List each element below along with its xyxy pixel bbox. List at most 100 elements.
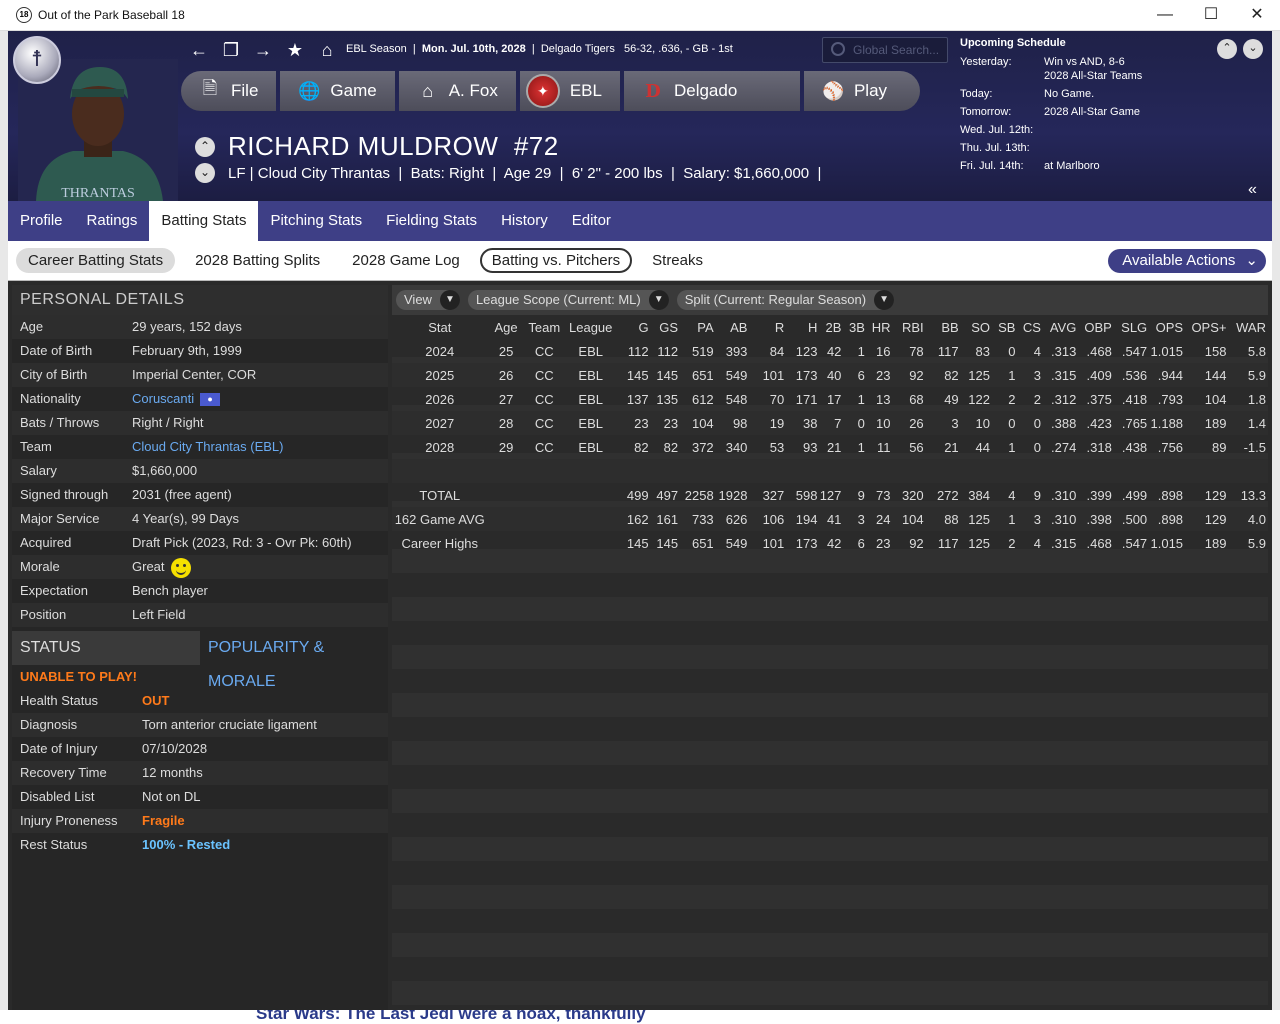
svg-text:THRANTAS: THRANTAS [61, 186, 135, 201]
column-header[interactable]: G [617, 315, 651, 339]
table-cell: 23 [876, 367, 891, 383]
column-header[interactable]: H [786, 315, 820, 339]
column-header[interactable]: RBI [892, 315, 926, 339]
minimize-button[interactable]: — [1142, 0, 1188, 30]
column-header[interactable]: OBP [1078, 315, 1114, 339]
subtab-batting-splits[interactable]: 2028 Batting Splits [183, 248, 332, 273]
subtab-game-log[interactable]: 2028 Game Log [340, 248, 472, 273]
table-cell: 3 [1033, 511, 1041, 527]
column-header[interactable]: HR [866, 315, 893, 339]
tab-editor[interactable]: Editor [560, 201, 623, 241]
tab-batting-stats[interactable]: Batting Stats [149, 201, 259, 241]
table-cell: 2 [1008, 535, 1016, 551]
table-cell: 82 [634, 439, 649, 455]
column-header[interactable]: 3B [843, 315, 867, 339]
table-cell: 1 [1008, 439, 1016, 455]
subtab-career-batting-stats[interactable]: Career Batting Stats [16, 248, 176, 273]
split-dropdown[interactable]: Split (Current: Regular Season) ▼ [676, 290, 895, 310]
column-header[interactable]: Age [489, 315, 525, 339]
table-cell: 123 [795, 343, 818, 359]
tab-ratings[interactable]: Ratings [75, 201, 150, 241]
collapse-panel-icon[interactable]: « [1248, 181, 1257, 199]
previous-player-button[interactable]: ⌃ [195, 137, 215, 157]
column-header[interactable]: WAR [1228, 315, 1268, 339]
column-header[interactable]: OPS+ [1185, 315, 1229, 339]
table-cell: 21 [944, 439, 959, 455]
popularity-morale-tab[interactable]: POPULARITY & MORALE [200, 631, 388, 690]
tab-history[interactable]: History [489, 201, 560, 241]
subtab-streaks[interactable]: Streaks [640, 248, 715, 273]
table-cell: 4 [1033, 343, 1041, 359]
nationality-link[interactable]: Coruscanti [132, 391, 194, 406]
column-header[interactable]: 2B [819, 315, 844, 339]
status-tab[interactable]: STATUS [12, 631, 200, 665]
star-icon[interactable]: ★ [280, 39, 310, 61]
table-cell: 41 [826, 511, 842, 527]
menu-league-button[interactable]: ✦ EBL [519, 71, 620, 111]
table-cell: TOTAL [419, 487, 461, 503]
table-cell: .315 [1051, 535, 1077, 551]
global-search-input[interactable]: Global Search... [822, 37, 948, 63]
table-cell: 1 [857, 439, 865, 455]
health-status-value: OUT [142, 693, 170, 708]
close-button[interactable]: ✕ [1234, 0, 1280, 30]
column-header[interactable]: SO [960, 315, 992, 339]
table-cell: 4 [1033, 535, 1041, 551]
copy-icon[interactable]: ❐ [216, 39, 246, 61]
tab-profile[interactable]: Profile [8, 201, 75, 241]
table-cell: EBL [578, 439, 603, 455]
menu-play-button[interactable]: ⚾ Play [803, 71, 920, 111]
table-cell: .536 [1121, 367, 1148, 383]
table-cell: 42 [826, 343, 842, 359]
table-cell: 129 [1204, 511, 1227, 527]
back-arrow-icon[interactable]: ← [184, 39, 214, 61]
table-cell [1017, 459, 1043, 483]
table-cell: 272 [936, 487, 959, 503]
menu-manager-button[interactable]: ⌂ A. Fox [398, 71, 516, 111]
menu-team-button[interactable]: D Delgado [623, 71, 800, 111]
column-header[interactable]: GS [650, 315, 681, 339]
available-actions-button[interactable]: Available Actions ⌄ [1108, 249, 1266, 273]
column-header[interactable]: R [749, 315, 787, 339]
next-player-button[interactable]: ⌄ [195, 163, 215, 183]
team-logo-icon[interactable]: ☨ [13, 36, 61, 84]
table-cell: 38 [802, 415, 818, 431]
column-header[interactable]: BB [925, 315, 961, 339]
column-header[interactable]: SB [991, 315, 1018, 339]
column-header[interactable]: OPS [1149, 315, 1186, 339]
column-header[interactable]: PA [680, 315, 716, 339]
column-header[interactable]: League [565, 315, 618, 339]
column-header[interactable]: CS [1017, 315, 1043, 339]
column-header[interactable]: AB [715, 315, 750, 339]
schedule-down-button[interactable]: ⌄ [1243, 39, 1263, 59]
table-cell: 393 [725, 343, 748, 359]
table-cell: 0 [857, 415, 865, 431]
table-cell: 127 [819, 487, 842, 503]
player-team-link[interactable]: Cloud City Thrantas [258, 165, 390, 182]
subtab-batting-vs-pitchers[interactable]: Batting vs. Pitchers [479, 248, 633, 273]
table-cell [680, 459, 716, 483]
table-cell [926, 459, 961, 483]
team-link[interactable]: Cloud City Thrantas (EBL) [132, 435, 388, 459]
column-header[interactable]: Team [524, 315, 566, 339]
player-name: RICHARD MULDROW #72 [228, 131, 559, 161]
column-header[interactable]: AVG [1042, 315, 1079, 339]
menu-file-button[interactable]: 🗎 File [181, 71, 277, 111]
view-dropdown[interactable]: View ▼ [396, 290, 460, 310]
tab-pitching-stats[interactable]: Pitching Stats [258, 201, 374, 241]
house-icon: ⌂ [422, 80, 434, 101]
schedule-up-button[interactable]: ⌃ [1217, 39, 1237, 59]
menu-game-button[interactable]: 🌐 Game [280, 71, 395, 111]
column-header[interactable]: SLG [1113, 315, 1150, 339]
maximize-button[interactable]: ☐ [1188, 0, 1234, 30]
home-icon[interactable]: ⌂ [312, 39, 342, 61]
table-cell: 17 [826, 391, 842, 407]
column-header[interactable]: Stat [392, 315, 490, 339]
table-cell: 13 [876, 391, 891, 407]
forward-arrow-icon[interactable]: → [248, 39, 278, 61]
league-scope-dropdown[interactable]: League Scope (Current: ML) ▼ [467, 290, 669, 310]
table-cell: 144 [1204, 367, 1227, 383]
tab-fielding-stats[interactable]: Fielding Stats [374, 201, 489, 241]
personal-details-title: PERSONAL DETAILS [12, 285, 388, 315]
table-cell: 104 [691, 415, 714, 431]
